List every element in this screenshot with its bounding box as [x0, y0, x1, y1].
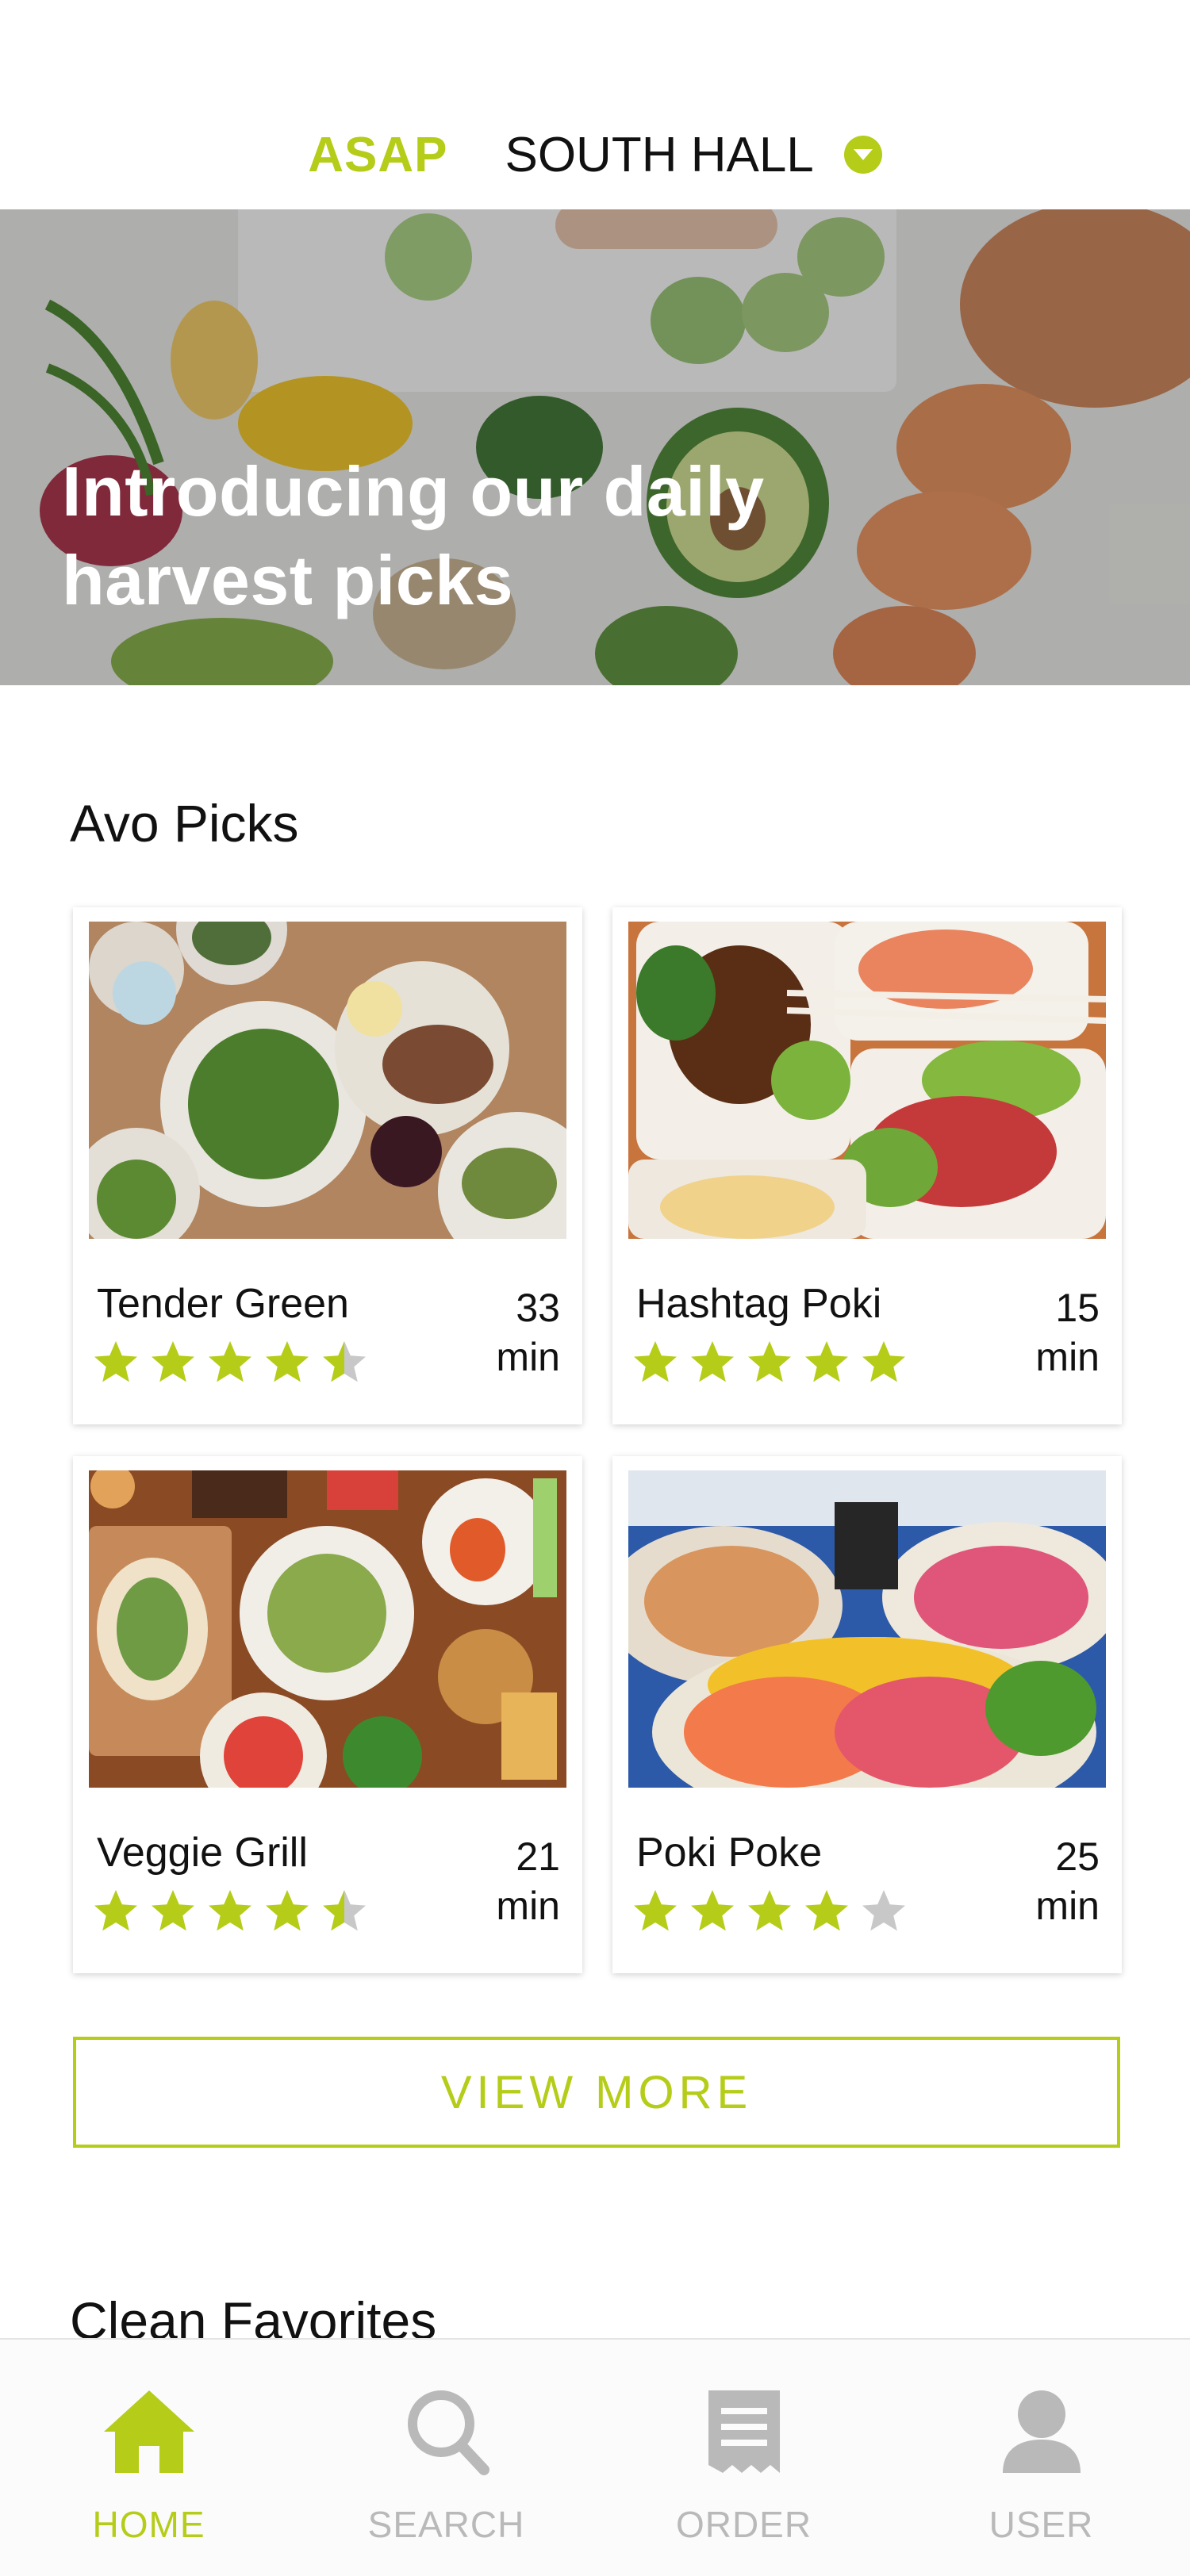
- hero-banner[interactable]: Introducing our daily harvest picks: [0, 209, 1190, 685]
- hero-title-line-2: harvest picks: [62, 541, 514, 619]
- restaurant-name: Tender Green: [97, 1281, 349, 1327]
- star-icon: [321, 1888, 368, 1935]
- star-icon: [149, 1339, 197, 1386]
- restaurant-card[interactable]: Hashtag Poki 15 min: [612, 907, 1122, 1424]
- receipt-icon: [693, 2384, 796, 2479]
- restaurant-image: [628, 922, 1106, 1239]
- nav-item-home[interactable]: HOME: [0, 2340, 298, 2576]
- delivery-time-unit: min: [1035, 1884, 1100, 1928]
- location-selector[interactable]: SOUTH HALL: [505, 127, 882, 183]
- star-icon: [860, 1339, 908, 1386]
- star-icon: [263, 1339, 311, 1386]
- view-more-button[interactable]: VIEW MORE: [73, 2037, 1120, 2148]
- delivery-time: 15 min: [1035, 1283, 1100, 1382]
- star-rating: [631, 1339, 908, 1386]
- restaurant-name: Veggie Grill: [97, 1830, 308, 1876]
- search-icon: [395, 2384, 498, 2479]
- restaurant-card[interactable]: Poki Poke 25 min: [612, 1456, 1122, 1973]
- delivery-options: ASAP SOUTH HALL: [0, 119, 1190, 190]
- restaurant-image: [89, 922, 566, 1239]
- star-icon: [263, 1888, 311, 1935]
- star-icon: [689, 1339, 736, 1386]
- restaurant-card[interactable]: Tender Green 33 min: [73, 907, 582, 1424]
- top-bar: ASAP SOUTH HALL: [0, 0, 1190, 209]
- star-rating: [92, 1888, 368, 1935]
- chevron-down-circle-icon[interactable]: [843, 136, 882, 174]
- nav-label: USER: [988, 2504, 1094, 2545]
- delivery-time-value: 21: [516, 1834, 560, 1879]
- delivery-time-unit: min: [1035, 1335, 1100, 1379]
- restaurant-image: [89, 1470, 566, 1788]
- star-icon: [149, 1888, 197, 1935]
- restaurant-name: Poki Poke: [636, 1830, 823, 1876]
- delivery-time-unit: min: [496, 1335, 560, 1379]
- nav-label: HOME: [92, 2504, 205, 2545]
- star-icon: [92, 1339, 140, 1386]
- star-rating: [92, 1339, 368, 1386]
- user-icon: [990, 2384, 1093, 2479]
- star-icon: [746, 1888, 793, 1935]
- time-mode-selector[interactable]: ASAP: [308, 127, 447, 183]
- nav-item-user[interactable]: USER: [892, 2340, 1190, 2576]
- nav-item-search[interactable]: SEARCH: [298, 2340, 595, 2576]
- star-icon: [321, 1339, 368, 1386]
- restaurant-name: Hashtag Poki: [636, 1281, 882, 1327]
- location-label: SOUTH HALL: [505, 127, 814, 182]
- nav-label: ORDER: [675, 2504, 812, 2545]
- star-rating: [631, 1888, 908, 1935]
- delivery-time-value: 33: [516, 1286, 560, 1330]
- nav-item-order[interactable]: ORDER: [595, 2340, 892, 2576]
- delivery-time: 33 min: [496, 1283, 560, 1382]
- delivery-time: 21 min: [496, 1832, 560, 1930]
- delivery-time: 25 min: [1035, 1832, 1100, 1930]
- hero-title-line-1: Introducing our daily: [62, 452, 765, 531]
- star-icon: [631, 1888, 679, 1935]
- section-title-avo-picks: Avo Picks: [70, 794, 299, 853]
- hero-title: Introducing our daily harvest picks: [62, 447, 1014, 625]
- star-icon: [631, 1339, 679, 1386]
- bottom-navigation: HOME SEARCH ORDER USER: [0, 2338, 1190, 2576]
- home-icon: [98, 2384, 201, 2479]
- nav-label: SEARCH: [367, 2504, 525, 2545]
- delivery-time-unit: min: [496, 1884, 560, 1928]
- restaurant-image: [628, 1470, 1106, 1788]
- delivery-time-value: 25: [1055, 1834, 1100, 1879]
- star-icon: [206, 1888, 254, 1935]
- star-icon: [92, 1888, 140, 1935]
- star-icon: [860, 1888, 908, 1935]
- star-icon: [746, 1339, 793, 1386]
- star-icon: [803, 1888, 850, 1935]
- star-icon: [689, 1888, 736, 1935]
- star-icon: [803, 1339, 850, 1386]
- delivery-time-value: 15: [1055, 1286, 1100, 1330]
- star-icon: [206, 1339, 254, 1386]
- restaurant-card[interactable]: Veggie Grill 21 min: [73, 1456, 582, 1973]
